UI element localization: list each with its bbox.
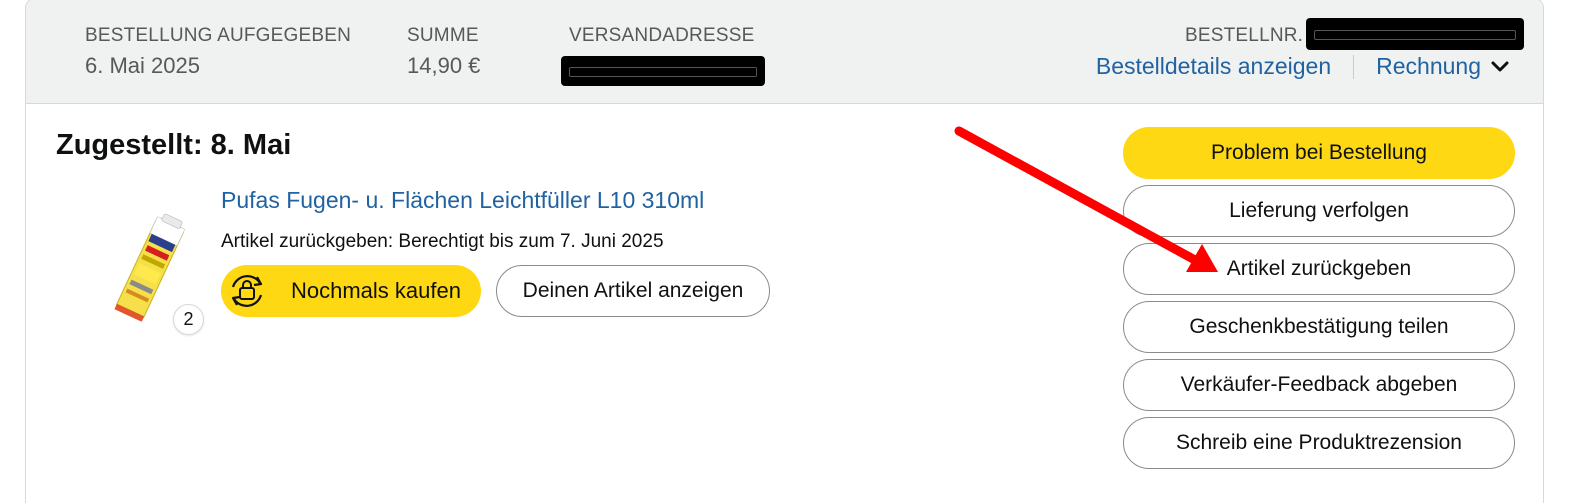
ship-to-redacted[interactable] xyxy=(561,56,765,86)
order-number-label: BESTELLNR. ( xyxy=(1185,25,1316,46)
buy-again-icon xyxy=(231,275,263,307)
buy-again-button[interactable]: Nochmals kaufen xyxy=(221,265,481,317)
order-header: BESTELLUNG AUFGEGEBEN 6. Mai 2025 SUMME … xyxy=(26,0,1543,104)
ship-to-label: VERSANDADRESSE xyxy=(569,25,755,46)
write-review-button[interactable]: Schreib eine Produktrezension xyxy=(1123,417,1515,469)
header-links: Bestelldetails anzeigen Rechnung xyxy=(1096,53,1511,80)
order-number-column: BESTELLNR. ( xyxy=(1185,25,1315,47)
share-gift-receipt-button[interactable]: Geschenkbestätigung teilen xyxy=(1123,301,1515,353)
delivery-status-heading: Zugestellt: 8. Mai xyxy=(56,129,292,161)
order-placed-column: BESTELLUNG AUFGEGEBEN 6. Mai 2025 xyxy=(85,25,351,79)
return-item-button[interactable]: Artikel zurückgeben xyxy=(1123,243,1515,295)
order-number-redacted xyxy=(1306,18,1524,50)
order-total-label: SUMME xyxy=(407,25,479,46)
chevron-down-icon[interactable] xyxy=(1489,56,1511,78)
quantity-badge: 2 xyxy=(173,304,204,335)
order-placed-date: 6. Mai 2025 xyxy=(85,53,200,78)
product-title-link[interactable]: Pufas Fugen- u. Flächen Leichtfüller L10… xyxy=(221,187,704,214)
return-eligibility-text: Artikel zurückgeben: Berechtigt bis zum … xyxy=(221,231,664,252)
seller-feedback-button[interactable]: Verkäufer-Feedback abgeben xyxy=(1123,359,1515,411)
invoice-link[interactable]: Rechnung xyxy=(1376,53,1481,80)
order-details-link[interactable]: Bestelldetails anzeigen xyxy=(1096,53,1331,80)
ship-to-column: VERSANDADRESSE xyxy=(569,25,754,47)
buy-again-label: Nochmals kaufen xyxy=(291,278,461,303)
order-total-value: 14,90 € xyxy=(407,53,481,78)
view-item-button[interactable]: Deinen Artikel anzeigen xyxy=(496,265,770,317)
order-total-column: SUMME 14,90 € xyxy=(407,25,480,79)
order-actions: Problem bei Bestellung Lieferung verfolg… xyxy=(1123,127,1515,475)
header-divider xyxy=(1353,54,1355,79)
track-package-button[interactable]: Lieferung verfolgen xyxy=(1123,185,1515,237)
order-card: BESTELLUNG AUFGEGEBEN 6. Mai 2025 SUMME … xyxy=(25,0,1544,503)
problem-button[interactable]: Problem bei Bestellung xyxy=(1123,127,1515,179)
order-placed-label: BESTELLUNG AUFGEGEBEN xyxy=(85,25,352,46)
